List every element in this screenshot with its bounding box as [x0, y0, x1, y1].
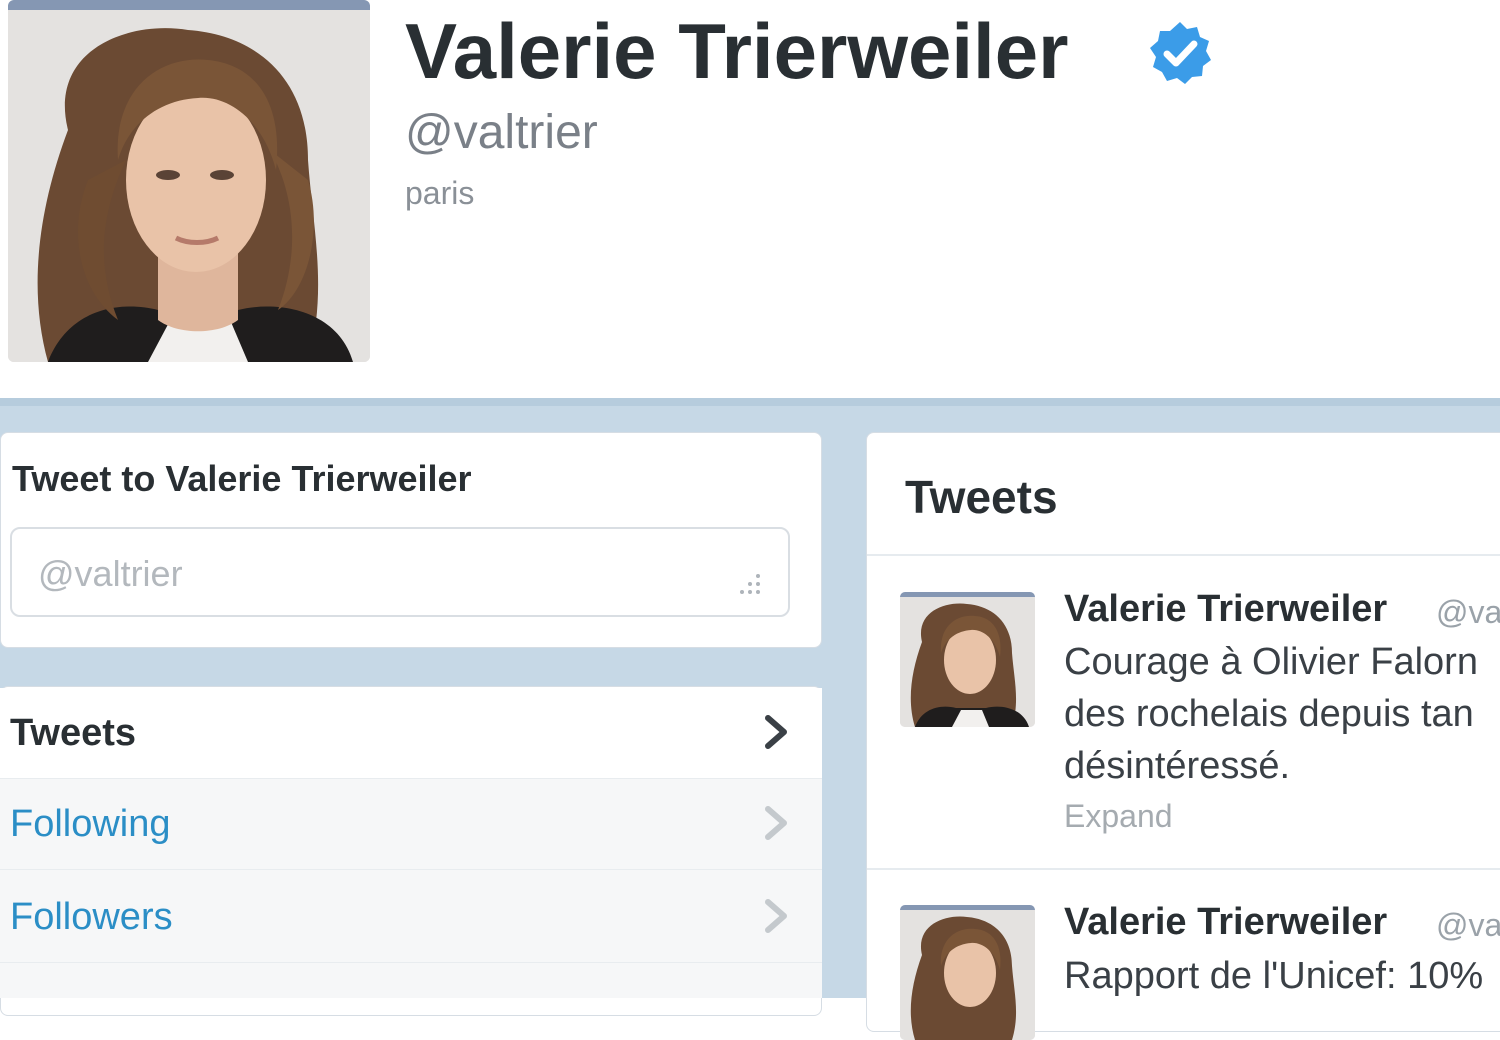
tweet-to-title: Tweet to Valerie Trierweiler — [12, 458, 472, 499]
tweet-author-name[interactable]: Valerie Trierweiler — [1064, 901, 1387, 944]
nav-item-following[interactable]: Following — [0, 778, 822, 869]
chevron-right-icon — [760, 712, 792, 757]
nav-item-followers[interactable]: Followers — [0, 869, 822, 962]
tweet-avatar[interactable] — [900, 905, 1035, 1040]
tweet-compose-input[interactable] — [10, 527, 790, 617]
profile-handle: @valtrier — [405, 106, 598, 159]
tweet-text-line: Courage à Olivier Falorn — [1064, 641, 1478, 683]
resize-grip-icon[interactable] — [728, 570, 764, 600]
divider — [867, 554, 1500, 556]
tweet-expand-link[interactable]: Expand — [1064, 798, 1173, 835]
profile-photo — [8, 10, 370, 362]
chevron-right-icon — [760, 803, 792, 848]
nav-item-tweets[interactable]: Tweets — [0, 688, 822, 778]
profile-location: paris — [405, 175, 475, 211]
chevron-right-icon — [760, 896, 792, 941]
tweet-author-handle[interactable]: @va — [1436, 594, 1500, 631]
tweet-avatar[interactable] — [900, 592, 1035, 727]
profile-header: Valerie Trierweiler @valtrier paris — [0, 0, 1500, 398]
nav-item-label: Followers — [10, 896, 173, 938]
nav-item-label: Following — [10, 803, 171, 845]
nav-item-label: Tweets — [10, 712, 137, 754]
tweet-text-line: désintéressé. — [1064, 745, 1291, 787]
tweet-avatar-photo — [900, 910, 1035, 1040]
verified-badge-icon — [1147, 20, 1213, 86]
tweet-avatar-photo — [900, 597, 1035, 727]
tweet-author-handle[interactable]: @va — [1436, 907, 1500, 944]
tweet-text-line: des rochelais depuis tan — [1064, 693, 1474, 735]
divider — [867, 868, 1500, 870]
profile-avatar[interactable] — [8, 0, 370, 362]
tweet-text-line: Rapport de l'Unicef: 10% — [1064, 955, 1484, 997]
timeline-heading: Tweets — [905, 471, 1058, 523]
profile-name: Valerie Trierweiler — [405, 7, 1069, 95]
nav-item-next[interactable] — [0, 962, 822, 998]
tweet-author-name[interactable]: Valerie Trierweiler — [1064, 588, 1387, 631]
